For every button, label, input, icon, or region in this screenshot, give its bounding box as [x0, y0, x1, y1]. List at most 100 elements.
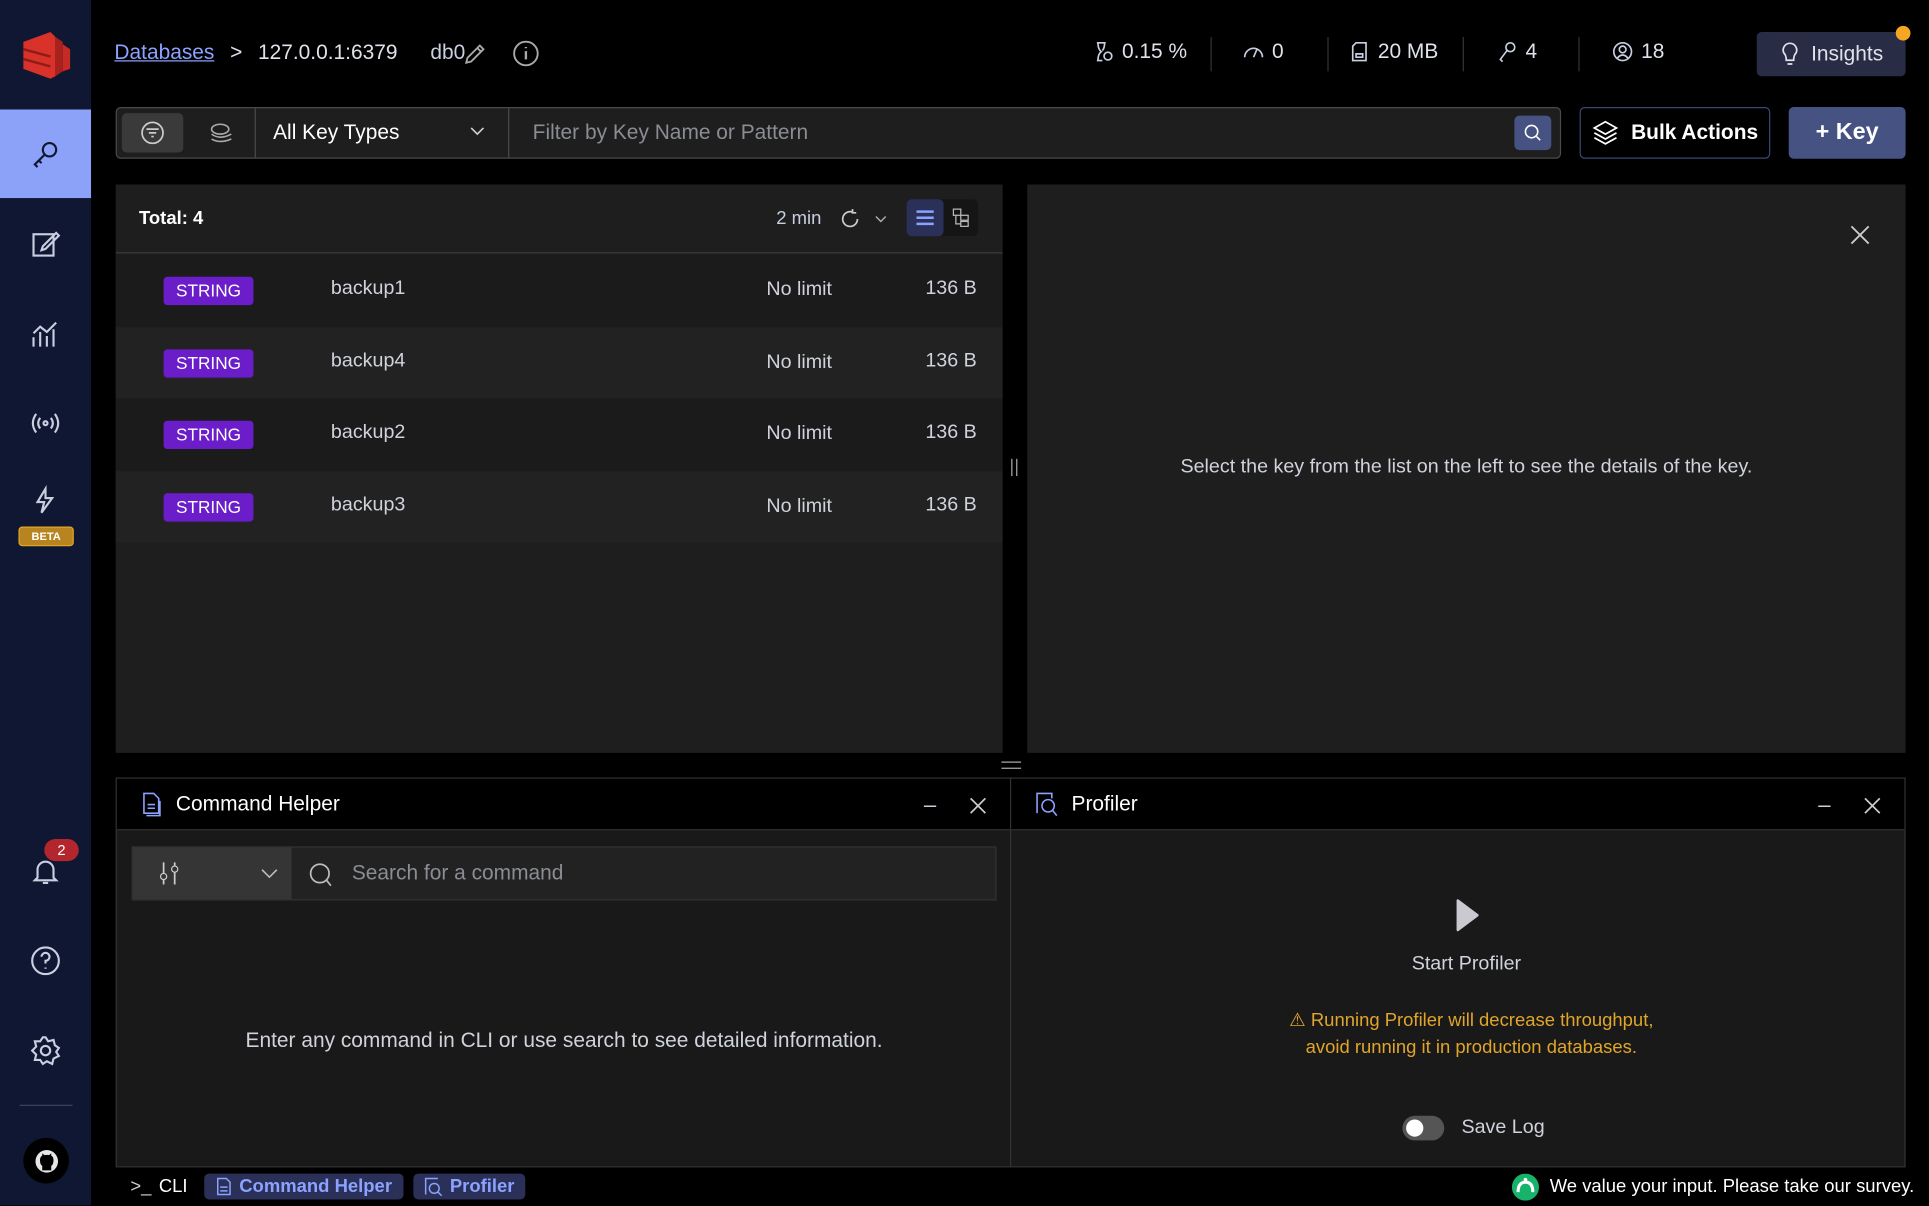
help-icon — [31, 946, 60, 976]
profiler-tab[interactable]: Profiler — [412, 1173, 526, 1200]
filter-toolbar: All Key Types — [115, 107, 1562, 159]
refresh-icon[interactable] — [839, 208, 861, 230]
info-icon[interactable] — [512, 39, 540, 67]
key-size: 136 B — [925, 349, 977, 371]
key-row[interactable]: STRING backup2 No limit 136 B — [115, 398, 1003, 471]
lightning-gear-icon — [35, 484, 55, 514]
memory-card-icon — [1351, 41, 1367, 62]
key-list-header: Total: 4 2 min — [115, 185, 1003, 254]
key-name: backup1 — [330, 278, 406, 299]
cpu-hourglass-icon — [1096, 41, 1113, 62]
key-row[interactable]: STRING backup4 No limit 136 B — [115, 326, 1003, 399]
db-name: db0 — [430, 40, 466, 64]
chevron-down-icon — [470, 127, 485, 136]
settings-button[interactable] — [0, 1006, 91, 1095]
save-log-label: Save Log — [1461, 1117, 1545, 1138]
minimize-button[interactable]: – — [924, 793, 936, 815]
horizontal-resize-handle[interactable] — [1001, 761, 1022, 769]
auto-refresh-chevron-icon[interactable] — [875, 215, 887, 224]
vertical-resize-handle[interactable] — [1011, 458, 1018, 477]
key-type-select[interactable]: All Key Types — [256, 108, 508, 157]
command-search-input[interactable] — [341, 847, 982, 900]
insights-button[interactable]: Insights — [1756, 31, 1906, 77]
total-keys: Total: 4 — [139, 207, 204, 229]
list-view-button[interactable] — [906, 199, 944, 237]
sidebar-item-workbench[interactable] — [0, 199, 91, 288]
close-icon[interactable] — [1849, 224, 1871, 246]
survey-monkey-icon — [1511, 1172, 1539, 1201]
github-button[interactable] — [23, 1137, 69, 1184]
profiler-icon — [424, 1177, 442, 1196]
command-helper-panel: Command Helper – Enter any command in CL… — [115, 777, 1012, 1168]
play-icon[interactable] — [1455, 898, 1480, 932]
search-icon — [1524, 124, 1541, 141]
document-icon — [143, 792, 161, 816]
document-icon — [217, 1177, 232, 1195]
sidebar-divider — [19, 1104, 73, 1106]
profiler-icon — [1036, 792, 1058, 816]
chevron-down-icon — [261, 869, 278, 879]
lightbulb-icon — [1782, 42, 1798, 65]
key-name: backup4 — [330, 349, 406, 371]
terminal-icon: >_ — [130, 1176, 152, 1197]
cli-button[interactable]: >_ CLI — [130, 1176, 187, 1197]
tree-view-button[interactable] — [944, 199, 978, 236]
profiler-panel: Profiler – Start Profiler ⚠ Running Prof… — [1009, 777, 1906, 1168]
breadcrumb-separator: > — [230, 40, 243, 64]
minimize-button[interactable]: – — [1818, 793, 1830, 815]
vector-search-icon — [210, 123, 232, 143]
breadcrumb-host: 127.0.0.1:6379 — [257, 40, 398, 64]
sliders-icon — [159, 862, 179, 885]
close-icon[interactable] — [969, 797, 986, 814]
key-type-badge: STRING — [163, 420, 254, 450]
key-filter-input[interactable] — [510, 109, 1507, 157]
save-log-toggle[interactable] — [1402, 1115, 1445, 1141]
command-helper-tab[interactable]: Command Helper — [204, 1173, 404, 1200]
divider — [508, 108, 510, 158]
start-profiler-button[interactable]: Start Profiler — [1011, 953, 1921, 975]
sidebar: BETA 2 — [0, 0, 92, 1206]
insights-notification-dot — [1895, 25, 1911, 41]
sidebar-item-triggers[interactable] — [0, 470, 91, 532]
view-toggle — [906, 199, 979, 237]
profiler-header: Profiler – — [1011, 778, 1905, 831]
sidebar-item-browser[interactable] — [0, 109, 92, 199]
breadcrumb-databases-link[interactable]: Databases — [114, 41, 214, 64]
sidebar-item-analytics[interactable] — [0, 290, 91, 379]
breadcrumb: Databases > 127.0.0.1:6379 db0 — [114, 41, 465, 66]
last-refresh: 2 min — [776, 207, 822, 229]
sidebar-item-pubsub[interactable] — [0, 379, 91, 468]
stat-divider — [1462, 36, 1464, 72]
key-icon — [1499, 41, 1516, 63]
beta-badge: BETA — [18, 526, 74, 547]
key-type-badge: STRING — [163, 492, 254, 521]
close-icon[interactable] — [1864, 797, 1881, 814]
search-mode-button[interactable] — [191, 113, 253, 152]
command-group-select[interactable] — [132, 847, 292, 900]
key-row[interactable]: STRING backup3 No limit 136 B — [115, 470, 1003, 543]
key-ttl: No limit — [766, 423, 833, 445]
command-helper-header: Command Helper – — [116, 778, 1010, 831]
tree-icon — [952, 208, 969, 227]
notifications-button[interactable] — [0, 827, 91, 916]
keys-stat: 4 — [1496, 39, 1537, 64]
search-button[interactable] — [1514, 115, 1552, 151]
survey-link[interactable]: We value your input. Please take our sur… — [1511, 1172, 1914, 1201]
broadcast-icon — [31, 413, 60, 434]
key-size: 136 B — [925, 421, 977, 443]
layers-icon — [1592, 120, 1619, 145]
ops-stat: 0 — [1243, 39, 1284, 64]
key-size: 136 B — [925, 278, 977, 299]
key-list-panel: Total: 4 2 min STRING backup1 No limit 1… — [115, 184, 1003, 753]
help-button[interactable] — [0, 916, 91, 1005]
key-row[interactable]: STRING backup1 No limit 136 B — [115, 254, 1003, 327]
pencil-icon[interactable] — [463, 42, 488, 67]
warning-icon: ⚠ — [1289, 1009, 1311, 1031]
command-helper-empty-message: Enter any command in CLI or use search t… — [245, 1028, 883, 1052]
filter-mode-button[interactable] — [121, 113, 184, 153]
add-key-button[interactable]: + Key — [1788, 107, 1906, 159]
bulk-actions-button[interactable]: Bulk Actions — [1579, 107, 1771, 159]
key-ttl: No limit — [766, 279, 833, 301]
analytics-icon — [32, 321, 57, 347]
key-type-badge: STRING — [163, 348, 254, 378]
